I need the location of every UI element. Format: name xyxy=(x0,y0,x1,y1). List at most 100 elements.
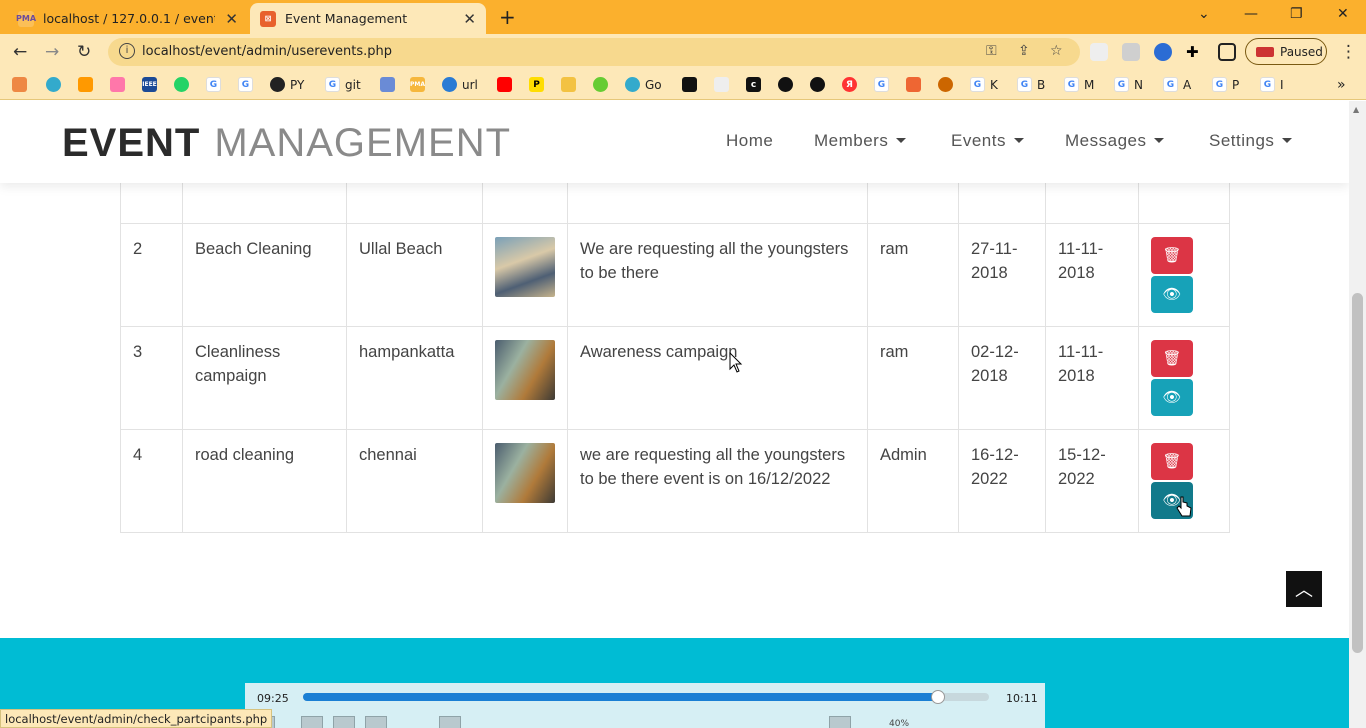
delete-button[interactable]: 🗑 xyxy=(1151,237,1193,274)
nav-messages[interactable]: Messages xyxy=(1065,131,1165,151)
bookmark-youtube-icon[interactable] xyxy=(497,77,512,92)
bookmark-icon[interactable] xyxy=(906,77,921,92)
view-button[interactable]: 👁 xyxy=(1151,379,1193,416)
bookmark-folder-icon[interactable] xyxy=(561,77,576,92)
bookmark-google-a[interactable]: GA xyxy=(1163,77,1191,92)
bookmark-go[interactable]: Go xyxy=(625,77,662,92)
extension-panda-icon[interactable] xyxy=(1090,43,1108,61)
chrome-menu-icon[interactable]: ⋮ xyxy=(1340,42,1357,62)
side-panel-icon[interactable] xyxy=(1218,43,1236,61)
page-scrollbar[interactable]: ▲ xyxy=(1349,101,1366,728)
bookmark-google-b[interactable]: GB xyxy=(1017,77,1045,92)
share-icon[interactable]: ⇪ xyxy=(1018,43,1030,59)
bookmark-icon[interactable] xyxy=(46,77,61,92)
back-icon[interactable]: ← xyxy=(13,42,27,62)
bookmark-icon[interactable] xyxy=(12,77,27,92)
bookmark-url[interactable]: url xyxy=(442,77,478,92)
view-button[interactable]: 👁 xyxy=(1151,276,1193,313)
bookmark-whatsapp-icon[interactable] xyxy=(174,77,189,92)
profile-label: Paused xyxy=(1280,44,1323,59)
forward-icon[interactable]: → xyxy=(45,42,59,62)
brand-bold: EVENT xyxy=(48,120,215,166)
phpmyadmin-icon: PMA xyxy=(16,10,36,27)
bookmark-icon[interactable] xyxy=(78,77,93,92)
more-bookmarks-icon[interactable]: » xyxy=(1337,77,1346,93)
cell-description: we are requesting all the youngsters to … xyxy=(567,429,868,533)
tab-title: Event Management xyxy=(285,11,408,26)
extension-a-icon[interactable] xyxy=(1154,43,1172,61)
cell-posted-by: Admin xyxy=(867,429,959,533)
bookmark-icon[interactable] xyxy=(778,77,793,92)
trash-icon: 🗑 xyxy=(1162,349,1182,367)
bookmark-google-p[interactable]: GP xyxy=(1212,77,1239,92)
key-icon[interactable]: ⚿ xyxy=(986,43,997,59)
bookmark-github-icon[interactable]: PY xyxy=(270,77,304,92)
bookmark-google-icon[interactable]: G xyxy=(206,77,221,92)
bookmark-icon[interactable] xyxy=(938,77,953,92)
close-window-icon[interactable]: ✕ xyxy=(1337,6,1349,22)
extensions-puzzle-icon[interactable]: ✚ xyxy=(1186,43,1204,61)
tab-event-management[interactable]: ⊠ Event Management ✕ xyxy=(250,3,486,34)
bookmark-icon[interactable] xyxy=(593,77,608,92)
new-tab-icon[interactable]: + xyxy=(499,5,516,29)
playlist-button[interactable] xyxy=(829,716,851,728)
site-info-icon[interactable]: i xyxy=(119,43,135,59)
profile-paused-button[interactable]: Paused xyxy=(1245,38,1327,65)
delete-button[interactable]: 🗑 xyxy=(1151,443,1193,480)
bookmark-google-m[interactable]: GM xyxy=(1064,77,1094,92)
bookmark-p-icon[interactable]: P xyxy=(529,77,544,92)
event-image xyxy=(495,443,555,503)
bookmark-icon[interactable] xyxy=(682,77,697,92)
nav-settings[interactable]: Settings xyxy=(1209,131,1293,151)
minimize-icon[interactable]: — xyxy=(1244,6,1258,22)
tab-phpmyadmin[interactable]: PMA localhost / 127.0.0.1 / eventdb / c … xyxy=(8,3,248,34)
bookmark-icon[interactable] xyxy=(380,77,395,92)
bookmark-icon[interactable]: c xyxy=(746,77,761,92)
scroll-to-top-button[interactable]: ︿ xyxy=(1286,571,1322,607)
scroll-up-arrow-icon[interactable]: ▲ xyxy=(1353,105,1359,114)
eye-icon: 👁 xyxy=(1162,388,1182,406)
bookmark-icon[interactable] xyxy=(714,77,729,92)
next-button[interactable] xyxy=(365,716,387,728)
cell-posted-by: ram xyxy=(867,223,959,327)
fullscreen-button[interactable] xyxy=(439,716,461,728)
restore-icon[interactable]: ❐ xyxy=(1290,6,1303,22)
nav-events[interactable]: Events xyxy=(951,131,1024,151)
stop-button[interactable] xyxy=(333,716,355,728)
bookmark-star-icon[interactable]: ☆ xyxy=(1050,43,1063,59)
bookmark-google-n[interactable]: GN xyxy=(1114,77,1143,92)
bookmark-label: PY xyxy=(290,77,305,92)
bookmark-google-icon[interactable]: G xyxy=(874,77,889,92)
nav-home[interactable]: Home xyxy=(726,131,773,151)
bookmark-google-i[interactable]: GI xyxy=(1260,77,1284,92)
tab-search-chevron-icon[interactable]: ⌄ xyxy=(1198,6,1210,22)
bookmark-icon[interactable] xyxy=(110,77,125,92)
bookmark-yandex-icon[interactable]: Я xyxy=(842,77,857,92)
site-brand[interactable]: EVENT MANAGEMENT xyxy=(48,115,511,171)
bookmark-google-git[interactable]: Ggit xyxy=(325,77,361,92)
table-row: 2 Beach Cleaning Ullal Beach We are requ… xyxy=(120,223,1230,327)
media-player-overlay: 09:25 10:11 40% xyxy=(245,683,1045,728)
bookmark-icon[interactable] xyxy=(810,77,825,92)
bookmark-pma-icon[interactable]: PMA xyxy=(410,77,425,92)
scrollbar-thumb[interactable] xyxy=(1352,293,1363,653)
delete-button[interactable]: 🗑 xyxy=(1151,340,1193,377)
caret-down-icon xyxy=(1013,138,1024,143)
seek-handle[interactable] xyxy=(930,690,945,704)
close-tab-icon[interactable]: ✕ xyxy=(463,10,476,28)
previous-button[interactable] xyxy=(301,716,323,728)
cell-name: Cleanliness campaign xyxy=(182,326,347,430)
address-bar[interactable]: i localhost/event/admin/userevents.php ⚿… xyxy=(108,38,1080,66)
reload-icon[interactable]: ↻ xyxy=(77,42,91,62)
bookmark-ieee-icon[interactable]: IEEE xyxy=(142,77,157,92)
close-tab-icon[interactable]: ✕ xyxy=(225,10,238,28)
bookmark-google-k[interactable]: GK xyxy=(970,77,998,92)
bookmark-google-icon[interactable]: G xyxy=(238,77,253,92)
cell-description: Awareness campaign xyxy=(567,326,868,430)
extension-image-icon[interactable] xyxy=(1122,43,1140,61)
cell-name: road cleaning xyxy=(182,429,347,533)
nav-members[interactable]: Members xyxy=(814,131,907,151)
event-image xyxy=(495,340,555,400)
seek-bar[interactable] xyxy=(303,690,989,704)
cell-end-date: 11-11-2018 xyxy=(1045,326,1139,430)
